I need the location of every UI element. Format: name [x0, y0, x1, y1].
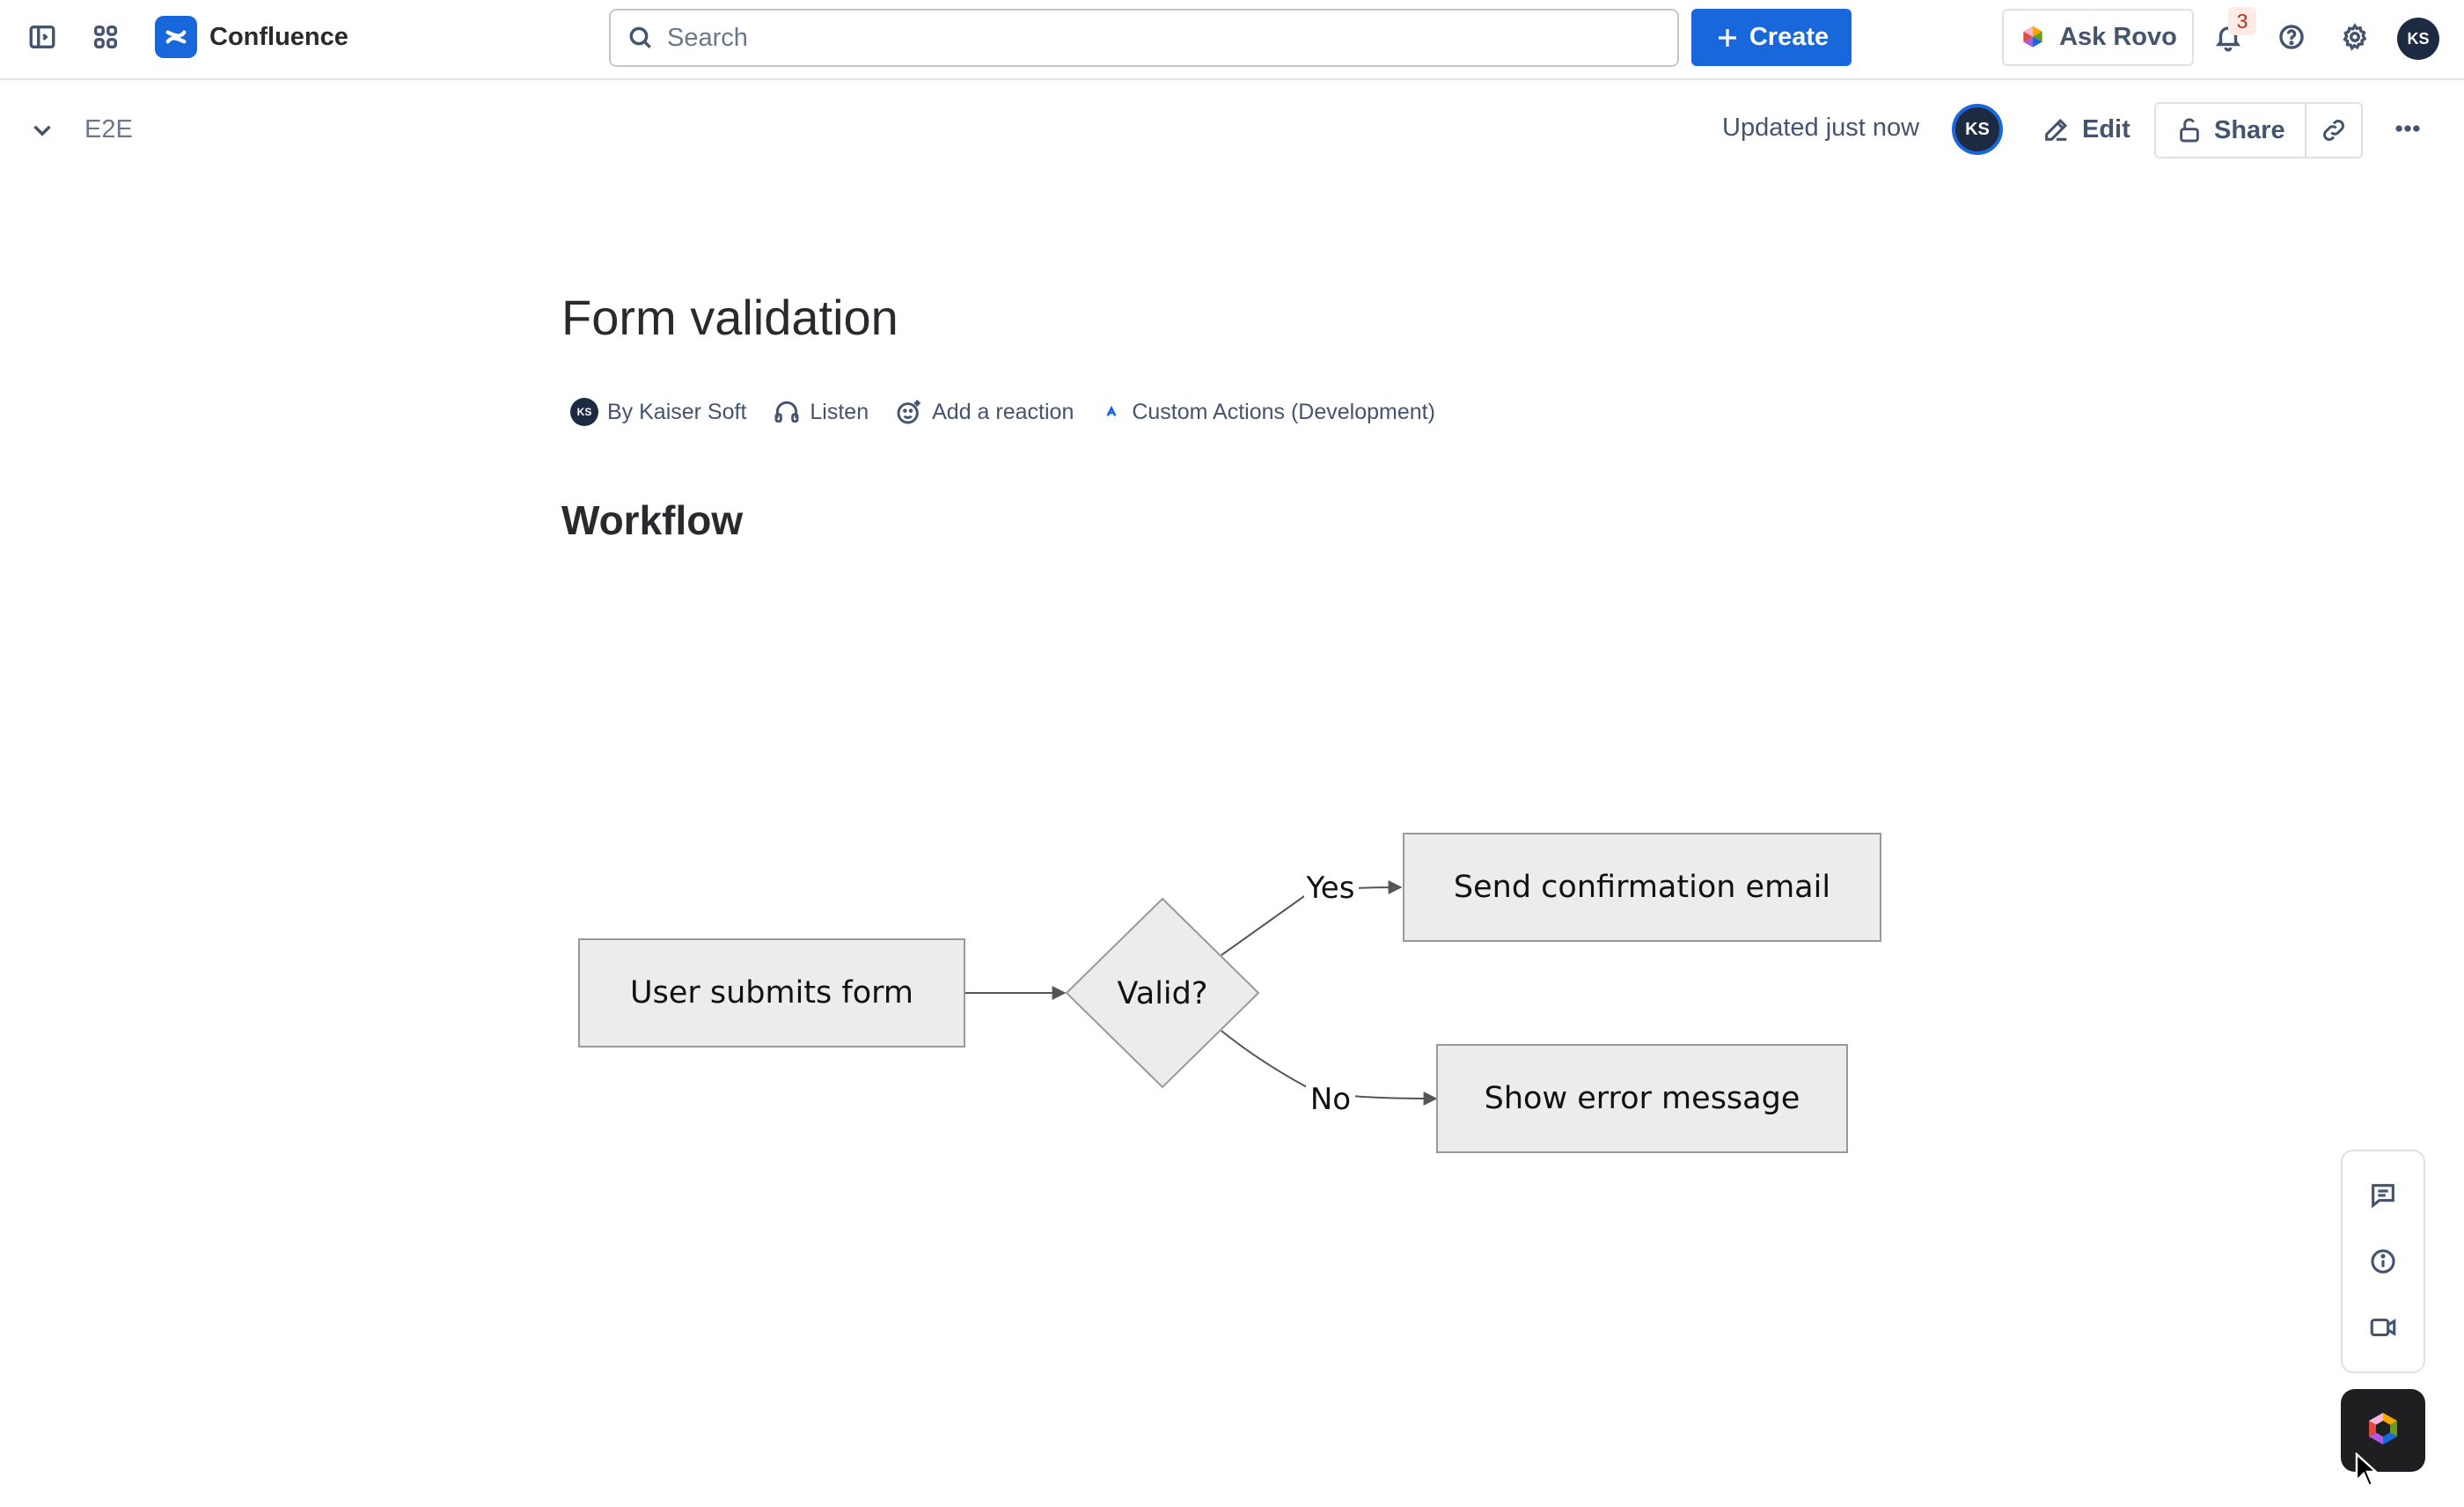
create-label: Create [1749, 23, 1830, 51]
video-icon [2370, 1319, 2396, 1337]
plus-icon [1718, 28, 1736, 47]
listen-label: Listen [810, 399, 869, 424]
floating-side-panel [2341, 1150, 2425, 1373]
more-actions-button[interactable] [2383, 104, 2432, 153]
section-heading-workflow: Workflow [561, 497, 744, 543]
node-send-confirmation-email-label: Send confirmation email [1454, 870, 1830, 905]
edit-button[interactable]: Edit [2026, 102, 2146, 157]
settings-button[interactable] [2330, 12, 2380, 62]
help-icon [2279, 25, 2304, 49]
collapse-chevron-icon[interactable] [18, 106, 67, 155]
emoji-add-icon [897, 400, 920, 424]
node-user-submits-form-label: User submits form [630, 975, 913, 1011]
edge-label-no: No [1310, 1082, 1351, 1117]
pencil-icon [2045, 118, 2068, 141]
record-video-button[interactable] [2358, 1303, 2408, 1352]
add-reaction-label: Add a reaction [932, 399, 1074, 424]
add-reaction-button[interactable]: Add a reaction [895, 398, 1074, 426]
top-navigation-bar: Confluence Create Ask Rovo 3 KS [0, 0, 2464, 80]
confluence-logo[interactable]: Confluence [155, 16, 348, 58]
confluence-logo-icon [155, 16, 197, 58]
node-valid-decision-label: Valid? [1118, 976, 1208, 1011]
app-switcher-icon[interactable] [81, 12, 130, 62]
custom-actions-label: Custom Actions (Development) [1132, 399, 1435, 424]
search-input[interactable] [667, 23, 1635, 53]
ask-rovo-label: Ask Rovo [2059, 23, 2177, 51]
create-button[interactable]: Create [1691, 9, 1852, 66]
more-icon [2395, 125, 2420, 132]
app-name: Confluence [209, 22, 348, 51]
mouse-cursor-icon [2355, 1452, 2380, 1488]
user-avatar[interactable]: KS [2397, 18, 2439, 60]
comments-button[interactable] [2358, 1171, 2408, 1220]
workflow-flowchart: Yes No User submits form Valid? Send con… [578, 833, 1881, 1153]
share-group: Share [2154, 102, 2363, 158]
headphones-icon [774, 401, 799, 423]
edit-label: Edit [2082, 114, 2130, 143]
share-button[interactable]: Share [2156, 104, 2306, 157]
link-icon [2322, 120, 2344, 141]
sidebar-toggle-icon[interactable] [18, 12, 67, 62]
gear-icon [2343, 23, 2367, 51]
ask-rovo-button[interactable]: Ask Rovo [2002, 9, 2194, 66]
node-show-error-message-label: Show error message [1485, 1081, 1800, 1116]
rovo-chat-button[interactable] [2341, 1389, 2425, 1472]
page-byline: KS By Kaiser Soft Listen Add a reaction … [570, 398, 1462, 426]
notification-count-badge: 3 [2228, 7, 2256, 35]
rovo-icon [2023, 26, 2042, 48]
custom-actions-app[interactable]: Custom Actions (Development) [1100, 400, 1435, 425]
search-icon [629, 26, 651, 48]
breadcrumb-space[interactable]: E2E [84, 115, 133, 144]
rovo-icon [2369, 1413, 2397, 1445]
page-details-button[interactable] [2358, 1237, 2408, 1286]
edge-label-yes: Yes [1306, 871, 1355, 906]
author-name: By Kaiser Soft [607, 399, 747, 424]
last-updated-text: Updated just now [1722, 114, 1920, 142]
editor-avatar[interactable]: KS [1952, 104, 2003, 155]
help-button[interactable] [2267, 12, 2316, 62]
share-label: Share [2214, 115, 2285, 144]
comment-icon [2372, 1183, 2394, 1209]
author-avatar: KS [570, 398, 598, 426]
search-bar[interactable] [609, 9, 1679, 67]
author-link[interactable]: KS By Kaiser Soft [570, 398, 746, 426]
info-icon [2371, 1249, 2395, 1274]
listen-button[interactable]: Listen [773, 398, 869, 426]
unlock-icon [2180, 118, 2199, 143]
copy-link-button[interactable] [2306, 104, 2361, 157]
page-title: Form validation [561, 290, 898, 345]
app-icon [1106, 405, 1117, 416]
